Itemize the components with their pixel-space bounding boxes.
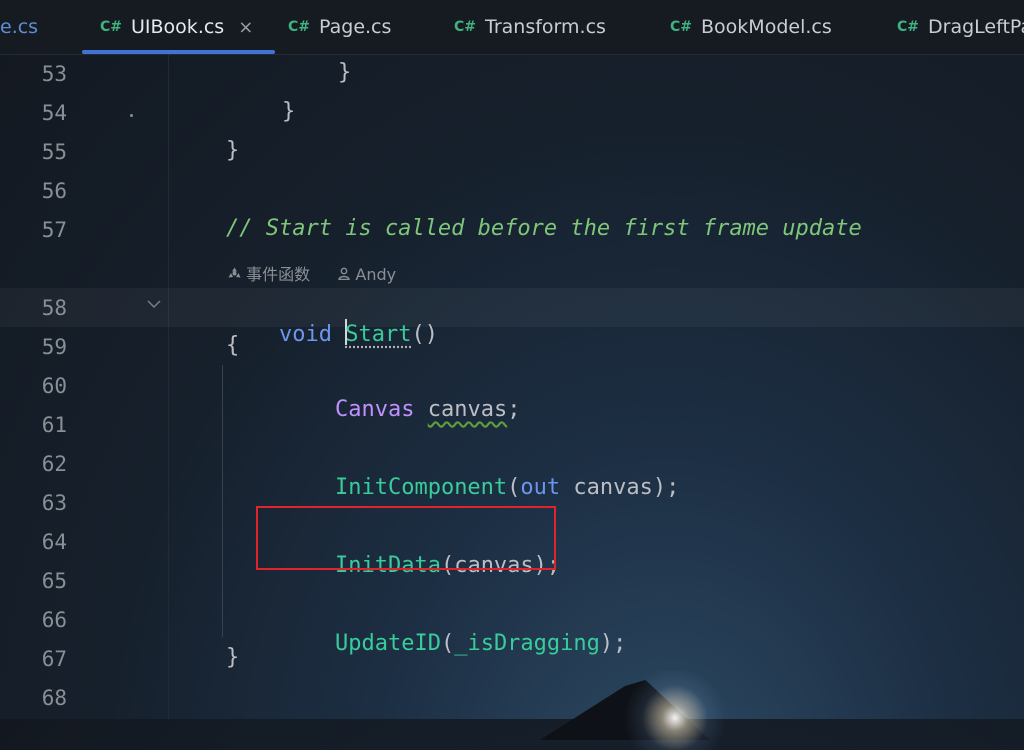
tab-dragleftpage[interactable]: C# DragLeftPa	[897, 0, 1024, 54]
line-number: 62	[41, 452, 67, 476]
method-start[interactable]: Start	[345, 322, 411, 347]
code-line-55: }	[226, 138, 240, 163]
tab-label: Transform.cs	[485, 16, 606, 38]
code-vision-hints: 事件函数 Andy	[228, 261, 396, 285]
code-line-60: Canvas canvas;	[282, 372, 520, 447]
tab-transform[interactable]: C# Transform.cs	[454, 0, 606, 54]
variable-canvas[interactable]: canvas	[428, 397, 507, 422]
parens: ()	[411, 322, 438, 347]
gutter-separator	[168, 55, 169, 719]
csharp-file-icon: C#	[454, 19, 477, 35]
line-number: 66	[41, 608, 67, 632]
code-line-67: }	[226, 645, 240, 670]
tab-label: BookModel.cs	[701, 16, 832, 38]
code-line-66: UpdateID(_isDragging);	[282, 606, 626, 681]
line-number: 55	[41, 140, 67, 164]
code-line-54: }	[282, 99, 296, 124]
line-number: 57	[41, 218, 67, 242]
args: canvas);	[560, 475, 680, 500]
line-number: 65	[41, 569, 67, 593]
line-number: 59	[41, 335, 67, 359]
tab-label: Page.cs	[319, 16, 392, 38]
line-number: 63	[41, 491, 67, 515]
line-number: 60	[41, 374, 67, 398]
tab-bookmodel[interactable]: C# BookModel.cs	[670, 0, 832, 54]
code-comment: // Start is called before the first fram…	[226, 216, 862, 241]
close-icon[interactable]: ×	[238, 17, 253, 38]
tab-page[interactable]: C# Page.cs	[288, 0, 391, 54]
code-line-53: }	[338, 60, 352, 85]
call-initcomponent[interactable]: InitComponent	[335, 475, 507, 500]
line-number: 53	[41, 62, 67, 86]
line-number: 64	[41, 530, 67, 554]
csharp-file-icon: C#	[288, 19, 311, 35]
type-canvas[interactable]: Canvas	[335, 397, 414, 422]
code-line-58: void Start()	[226, 294, 438, 372]
author-hint[interactable]: Andy	[355, 265, 396, 284]
tab-partial[interactable]: e.cs	[0, 0, 38, 54]
call-updateid[interactable]: UpdateID	[335, 631, 441, 656]
line-number: 58	[41, 296, 67, 320]
highlight-box	[256, 506, 556, 570]
csharp-file-icon: C#	[670, 19, 693, 35]
tab-label: DragLeftPa	[928, 16, 1024, 38]
tab-uibook[interactable]: C# UIBook.cs ×	[81, 0, 276, 54]
line-number: 67	[41, 647, 67, 671]
chevron-down-icon[interactable]	[146, 298, 162, 314]
keyword-out: out	[520, 475, 561, 500]
indent-guide	[222, 365, 223, 637]
editor-tab-bar: e.cs C# UIBook.cs × C# Page.cs C# Transf…	[0, 0, 1024, 55]
code-line-59: {	[226, 333, 240, 358]
tab-label: e.cs	[0, 16, 39, 38]
background-star	[130, 114, 133, 117]
tab-label: UIBook.cs	[131, 16, 225, 38]
person-icon	[338, 265, 355, 284]
line-number: 61	[41, 413, 67, 437]
line-number: 68	[41, 686, 67, 710]
unity-event-icon[interactable]	[228, 265, 246, 284]
csharp-file-icon: C#	[897, 19, 920, 35]
event-function-hint[interactable]: 事件函数	[246, 265, 310, 284]
background-sun-glow	[620, 670, 730, 750]
field-isdragging[interactable]: _isDragging	[454, 631, 600, 656]
semicolon: ;	[507, 397, 521, 422]
paren: (	[507, 475, 521, 500]
paren: (	[440, 631, 455, 656]
line-number: 56	[41, 179, 67, 203]
keyword-void: void	[278, 322, 332, 347]
paren: );	[599, 631, 627, 656]
line-number: 54	[41, 101, 67, 125]
csharp-file-icon: C#	[100, 19, 123, 35]
